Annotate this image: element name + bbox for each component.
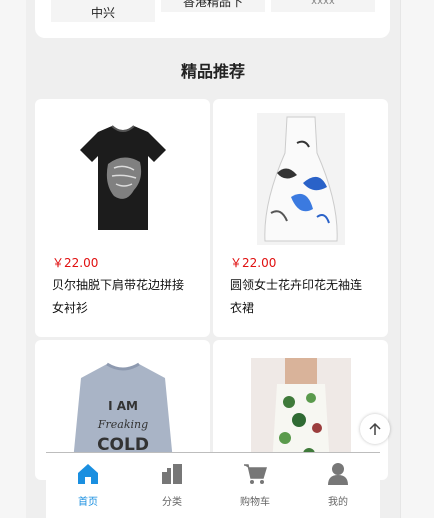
category-chip-label: 中兴	[90, 6, 115, 20]
category-chip[interactable]: xxxx	[271, 0, 375, 12]
back-to-top-button[interactable]	[360, 414, 390, 444]
home-icon	[46, 461, 130, 487]
bottom-tab-bar: 首页 分类 购物车 我的	[46, 452, 380, 518]
user-icon	[296, 461, 380, 487]
print-line: Freaking	[96, 418, 147, 431]
tab-label: 购物车	[240, 497, 270, 508]
category-chip[interactable]: 香港精品下	[161, 0, 265, 12]
product-name: 圆领女士花卉印花无袖连衣裙	[230, 278, 363, 315]
product-price: ￥22.00	[52, 256, 99, 270]
tab-mine[interactable]: 我的	[296, 461, 380, 508]
product-image	[35, 109, 210, 249]
product-image	[213, 109, 388, 249]
tab-label: 我的	[328, 497, 348, 508]
page-margin-right	[400, 0, 434, 518]
product-name: 贝尔抽脱下肩带花边拼接女衬衫	[52, 278, 185, 315]
tab-home[interactable]: 首页	[46, 461, 130, 508]
arrow-up-icon	[369, 422, 381, 435]
tab-cart[interactable]: 购物车	[213, 461, 297, 508]
tab-label: 首页	[78, 497, 98, 508]
page-margin-left	[0, 0, 26, 518]
product-card[interactable]: ￥22.00 圆领女士花卉印花无袖连衣裙	[213, 99, 388, 337]
product-price: ￥22.00	[230, 256, 277, 270]
product-card[interactable]: ￥22.00 贝尔抽脱下肩带花边拼接女衬衫	[35, 99, 210, 337]
section-title: 精品推荐	[180, 62, 245, 81]
category-chip[interactable]: 中兴	[51, 0, 155, 22]
category-icon	[130, 461, 214, 487]
tab-label: 分类	[162, 497, 182, 508]
phone-viewport: 中兴 香港精品下 xxxx 精品推荐 ￥22.00 贝尔抽脱下肩带花边拼接女衬衫	[26, 0, 400, 518]
cart-icon	[213, 461, 297, 487]
print-line: I AM	[108, 399, 138, 413]
category-card: 中兴 香港精品下 xxxx	[35, 0, 390, 38]
tab-category[interactable]: 分类	[130, 461, 214, 508]
